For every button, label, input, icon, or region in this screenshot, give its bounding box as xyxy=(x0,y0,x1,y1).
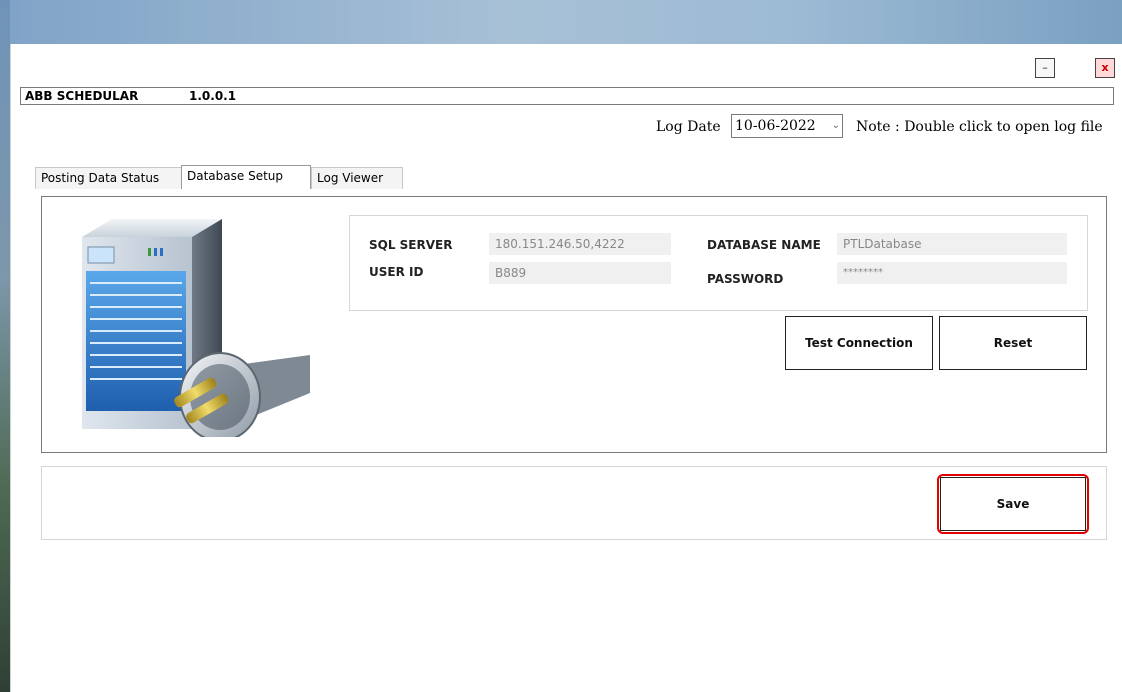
tab-posting-data-status[interactable]: Posting Data Status xyxy=(35,167,183,189)
user-id-input[interactable]: B889 xyxy=(489,262,671,284)
connection-settings: SQL SERVER 180.151.246.50,4222 DATABASE … xyxy=(349,215,1088,311)
database-setup-panel: SQL SERVER 180.151.246.50,4222 DATABASE … xyxy=(41,196,1107,453)
reset-button[interactable]: Reset xyxy=(939,316,1087,370)
password-input[interactable]: ******** xyxy=(837,262,1067,284)
app-name: ABB SCHEDULAR xyxy=(25,89,139,103)
chevron-down-icon[interactable]: ⌄ xyxy=(832,115,840,137)
plug-icon xyxy=(174,352,310,437)
server-icon xyxy=(82,219,310,437)
minimize-button[interactable]: – xyxy=(1035,58,1055,78)
test-connection-button[interactable]: Test Connection xyxy=(785,316,933,370)
tab-database-setup[interactable]: Database Setup xyxy=(181,165,311,189)
database-name-input[interactable]: PTLDatabase xyxy=(837,233,1067,255)
app-title-bar: ABB SCHEDULAR 1.0.0.1 xyxy=(20,87,1114,105)
tab-log-viewer[interactable]: Log Viewer xyxy=(311,167,403,189)
database-name-label: DATABASE NAME xyxy=(707,238,821,252)
user-id-label: USER ID xyxy=(369,265,424,279)
log-note: Note : Double click to open log file xyxy=(856,119,1103,135)
log-date-value: 10-06-2022 xyxy=(735,118,816,134)
app-window: – x ABB SCHEDULAR 1.0.0.1 Log Date 10-06… xyxy=(10,44,1122,692)
close-button[interactable]: x xyxy=(1095,58,1115,78)
app-version: 1.0.0.1 xyxy=(189,89,237,103)
desktop-edge xyxy=(0,0,10,692)
sql-server-label: SQL SERVER xyxy=(369,238,453,252)
save-highlight-box xyxy=(937,474,1089,534)
actions-panel: Save xyxy=(41,466,1107,540)
sql-server-input[interactable]: 180.151.246.50,4222 xyxy=(489,233,671,255)
log-date-label: Log Date xyxy=(656,119,721,135)
log-date-picker[interactable]: 10-06-2022 ⌄ xyxy=(731,114,843,138)
desktop-background xyxy=(0,0,1122,44)
password-label: PASSWORD xyxy=(707,272,784,286)
